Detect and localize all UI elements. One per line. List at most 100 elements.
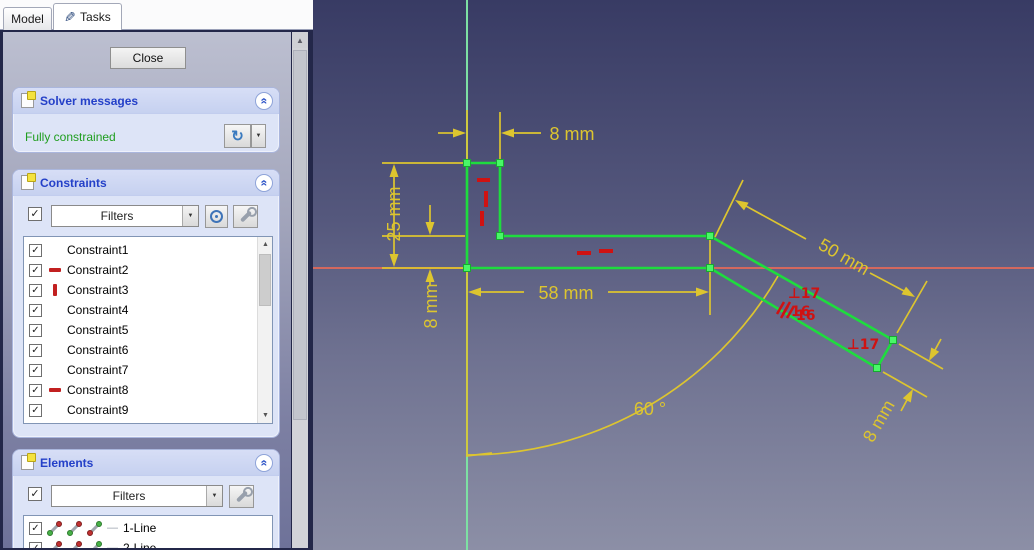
line-segment-icon <box>67 540 82 549</box>
constraint-label: Constraint6 <box>67 343 129 357</box>
elements-header[interactable]: Elements « <box>13 450 279 476</box>
constraint-label: Constraint1 <box>67 243 129 257</box>
note-icon <box>21 453 36 470</box>
coincident-icon <box>47 363 62 378</box>
constraint-label: Constraint4 <box>67 303 129 317</box>
tree-branch: — <box>107 522 118 534</box>
coincident-icon <box>47 303 62 318</box>
dim-label-cap-width[interactable]: 8 mm <box>859 397 899 446</box>
filter-label: Filters <box>100 209 134 223</box>
solver-messages-header[interactable]: Solver messages « <box>13 88 279 114</box>
element-checkbox[interactable]: ✓ <box>29 521 42 535</box>
coincident-icon <box>47 343 62 358</box>
tab-model[interactable]: Model <box>3 7 52 31</box>
tab-model-label: Model <box>11 12 44 26</box>
dim-label-angled-length[interactable]: 50 mm <box>815 234 873 279</box>
element-row[interactable]: ✓ — 2-Line <box>24 538 272 548</box>
constraint-row[interactable]: ✓ Constraint6 <box>24 340 272 360</box>
freecad-window: Model ✎ Tasks Close Solver messages « Fu… <box>0 0 1034 550</box>
constraint-checkbox[interactable]: ✓ <box>29 323 42 337</box>
constraints-show-all-checkbox[interactable]: ✓ <box>28 207 42 221</box>
constraint-checkbox[interactable]: ✓ <box>29 303 42 317</box>
constraint-row[interactable]: ✓ Constraint8 <box>24 380 272 400</box>
sketch-viewport[interactable]: 8 mm 25 mm 8 mm 58 mm 50 mm 60 ° 8 mm ⊥1… <box>313 0 1034 550</box>
constraint-checkbox[interactable]: ✓ <box>29 383 42 397</box>
tab-tasks[interactable]: ✎ Tasks <box>53 3 122 31</box>
elements-filter-combo[interactable]: Filters ▼ <box>51 485 223 507</box>
constraint-checkbox[interactable]: ✓ <box>29 283 42 297</box>
constraint-checkbox[interactable]: ✓ <box>29 424 42 425</box>
scrollbar-thumb[interactable] <box>293 50 307 420</box>
constraint-checkbox[interactable]: ✓ <box>29 363 42 377</box>
constraint-row[interactable]: ✓ Constraint9 <box>24 400 272 420</box>
constraint-checkbox[interactable]: ✓ <box>29 403 42 417</box>
constraint-row[interactable]: ✓ Constraint1 <box>24 240 272 260</box>
constraints-title: Constraints <box>40 175 107 190</box>
elements-show-all-checkbox[interactable]: ✓ <box>28 487 42 501</box>
sketch-profile[interactable] <box>465 161 895 370</box>
constraints-panel: Constraints « ✓ Filters ▼ ▼ <box>12 169 280 438</box>
settings-button[interactable] <box>229 485 254 508</box>
parallel-constraint-label[interactable]: 16 <box>796 308 815 324</box>
vertical-constraint-icon <box>47 283 62 298</box>
coincident-icon <box>47 403 62 418</box>
constraint-row[interactable]: ✓ Constraint4 <box>24 300 272 320</box>
scroll-up-icon[interactable]: ▲ <box>258 237 272 252</box>
scroll-up-icon[interactable]: ▲ <box>292 32 308 48</box>
element-label: 2-Line <box>123 541 157 548</box>
note-icon <box>21 173 36 190</box>
dim-label-angle[interactable]: 60 ° <box>634 399 666 419</box>
constraints-scrollbar[interactable]: ▲ ▼ <box>257 237 272 423</box>
pencil-icon: ✎ <box>64 9 77 25</box>
elements-list: ✓ — 1-Line ✓ — 2-Line <box>23 515 273 548</box>
scroll-down-icon[interactable]: ▼ <box>258 408 272 423</box>
constraint-row[interactable]: ✓ Constraint5 <box>24 320 272 340</box>
dim-label-bar-height[interactable]: 8 mm <box>421 284 441 329</box>
constraint-row[interactable]: ✓ Constraint10 <box>24 420 272 425</box>
solver-messages-panel: Solver messages « Fully constrained ↻ ▼ <box>12 87 280 153</box>
refresh-dropdown-button[interactable]: ▼ <box>251 124 266 148</box>
element-checkbox[interactable]: ✓ <box>29 541 42 548</box>
constraint-marks[interactable] <box>477 178 613 255</box>
show-hide-button[interactable] <box>205 205 228 228</box>
refresh-button[interactable]: ↻ <box>224 124 251 148</box>
wrench-icon <box>239 210 252 223</box>
collapse-button[interactable]: « <box>255 91 273 110</box>
solver-messages-title: Solver messages <box>40 93 139 108</box>
collapse-button[interactable]: « <box>255 453 273 472</box>
scrollbar-thumb[interactable] <box>259 254 271 306</box>
constraint-label: Constraint5 <box>67 323 129 337</box>
collapse-chevron-icon: « <box>257 179 271 186</box>
dim-label-bar-length[interactable]: 58 mm <box>538 283 593 303</box>
tasks-content: Close Solver messages « Fully constraine… <box>0 30 313 550</box>
tab-tasks-label: Tasks <box>80 10 111 24</box>
dim-label-arm-height[interactable]: 25 mm <box>384 186 404 241</box>
element-row[interactable]: ✓ — 1-Line <box>24 518 272 538</box>
constraint-row[interactable]: ✓ Constraint3 <box>24 280 272 300</box>
coincident-icon <box>47 323 62 338</box>
dim-label-top-width[interactable]: 8 mm <box>550 124 595 144</box>
constraint-row[interactable]: ✓ Constraint2 <box>24 260 272 280</box>
horizontal-constraint-icon <box>47 383 62 398</box>
note-icon <box>21 91 36 108</box>
refresh-icon: ↻ <box>231 128 244 145</box>
filter-label: Filters <box>112 489 146 503</box>
sketch-canvas: 8 mm 25 mm 8 mm 58 mm 50 mm 60 ° 8 mm ⊥1… <box>313 0 1034 550</box>
perpendicular-constraint-label[interactable]: ⊥17 <box>788 286 820 302</box>
collapse-button[interactable]: « <box>255 173 273 192</box>
constraint-checkbox[interactable]: ✓ <box>29 243 42 257</box>
close-button[interactable]: Close <box>110 47 186 69</box>
line-segment-icon <box>47 540 62 549</box>
constraints-header[interactable]: Constraints « <box>13 170 279 196</box>
constraint-checkbox[interactable]: ✓ <box>29 343 42 357</box>
constraint-row[interactable]: ✓ Constraint7 <box>24 360 272 380</box>
constraints-filter-combo[interactable]: Filters ▼ <box>51 205 199 227</box>
eye-icon <box>210 210 223 223</box>
sidebar-scrollbar[interactable]: ▲ <box>292 32 308 548</box>
settings-button[interactable] <box>233 205 258 228</box>
tree-branch: — <box>107 542 118 548</box>
line-segment-icon <box>67 520 82 536</box>
constraint-checkbox[interactable]: ✓ <box>29 263 42 277</box>
perpendicular-constraint-label[interactable]: ⊥17 <box>847 337 879 353</box>
line-segment-icon <box>47 520 62 536</box>
